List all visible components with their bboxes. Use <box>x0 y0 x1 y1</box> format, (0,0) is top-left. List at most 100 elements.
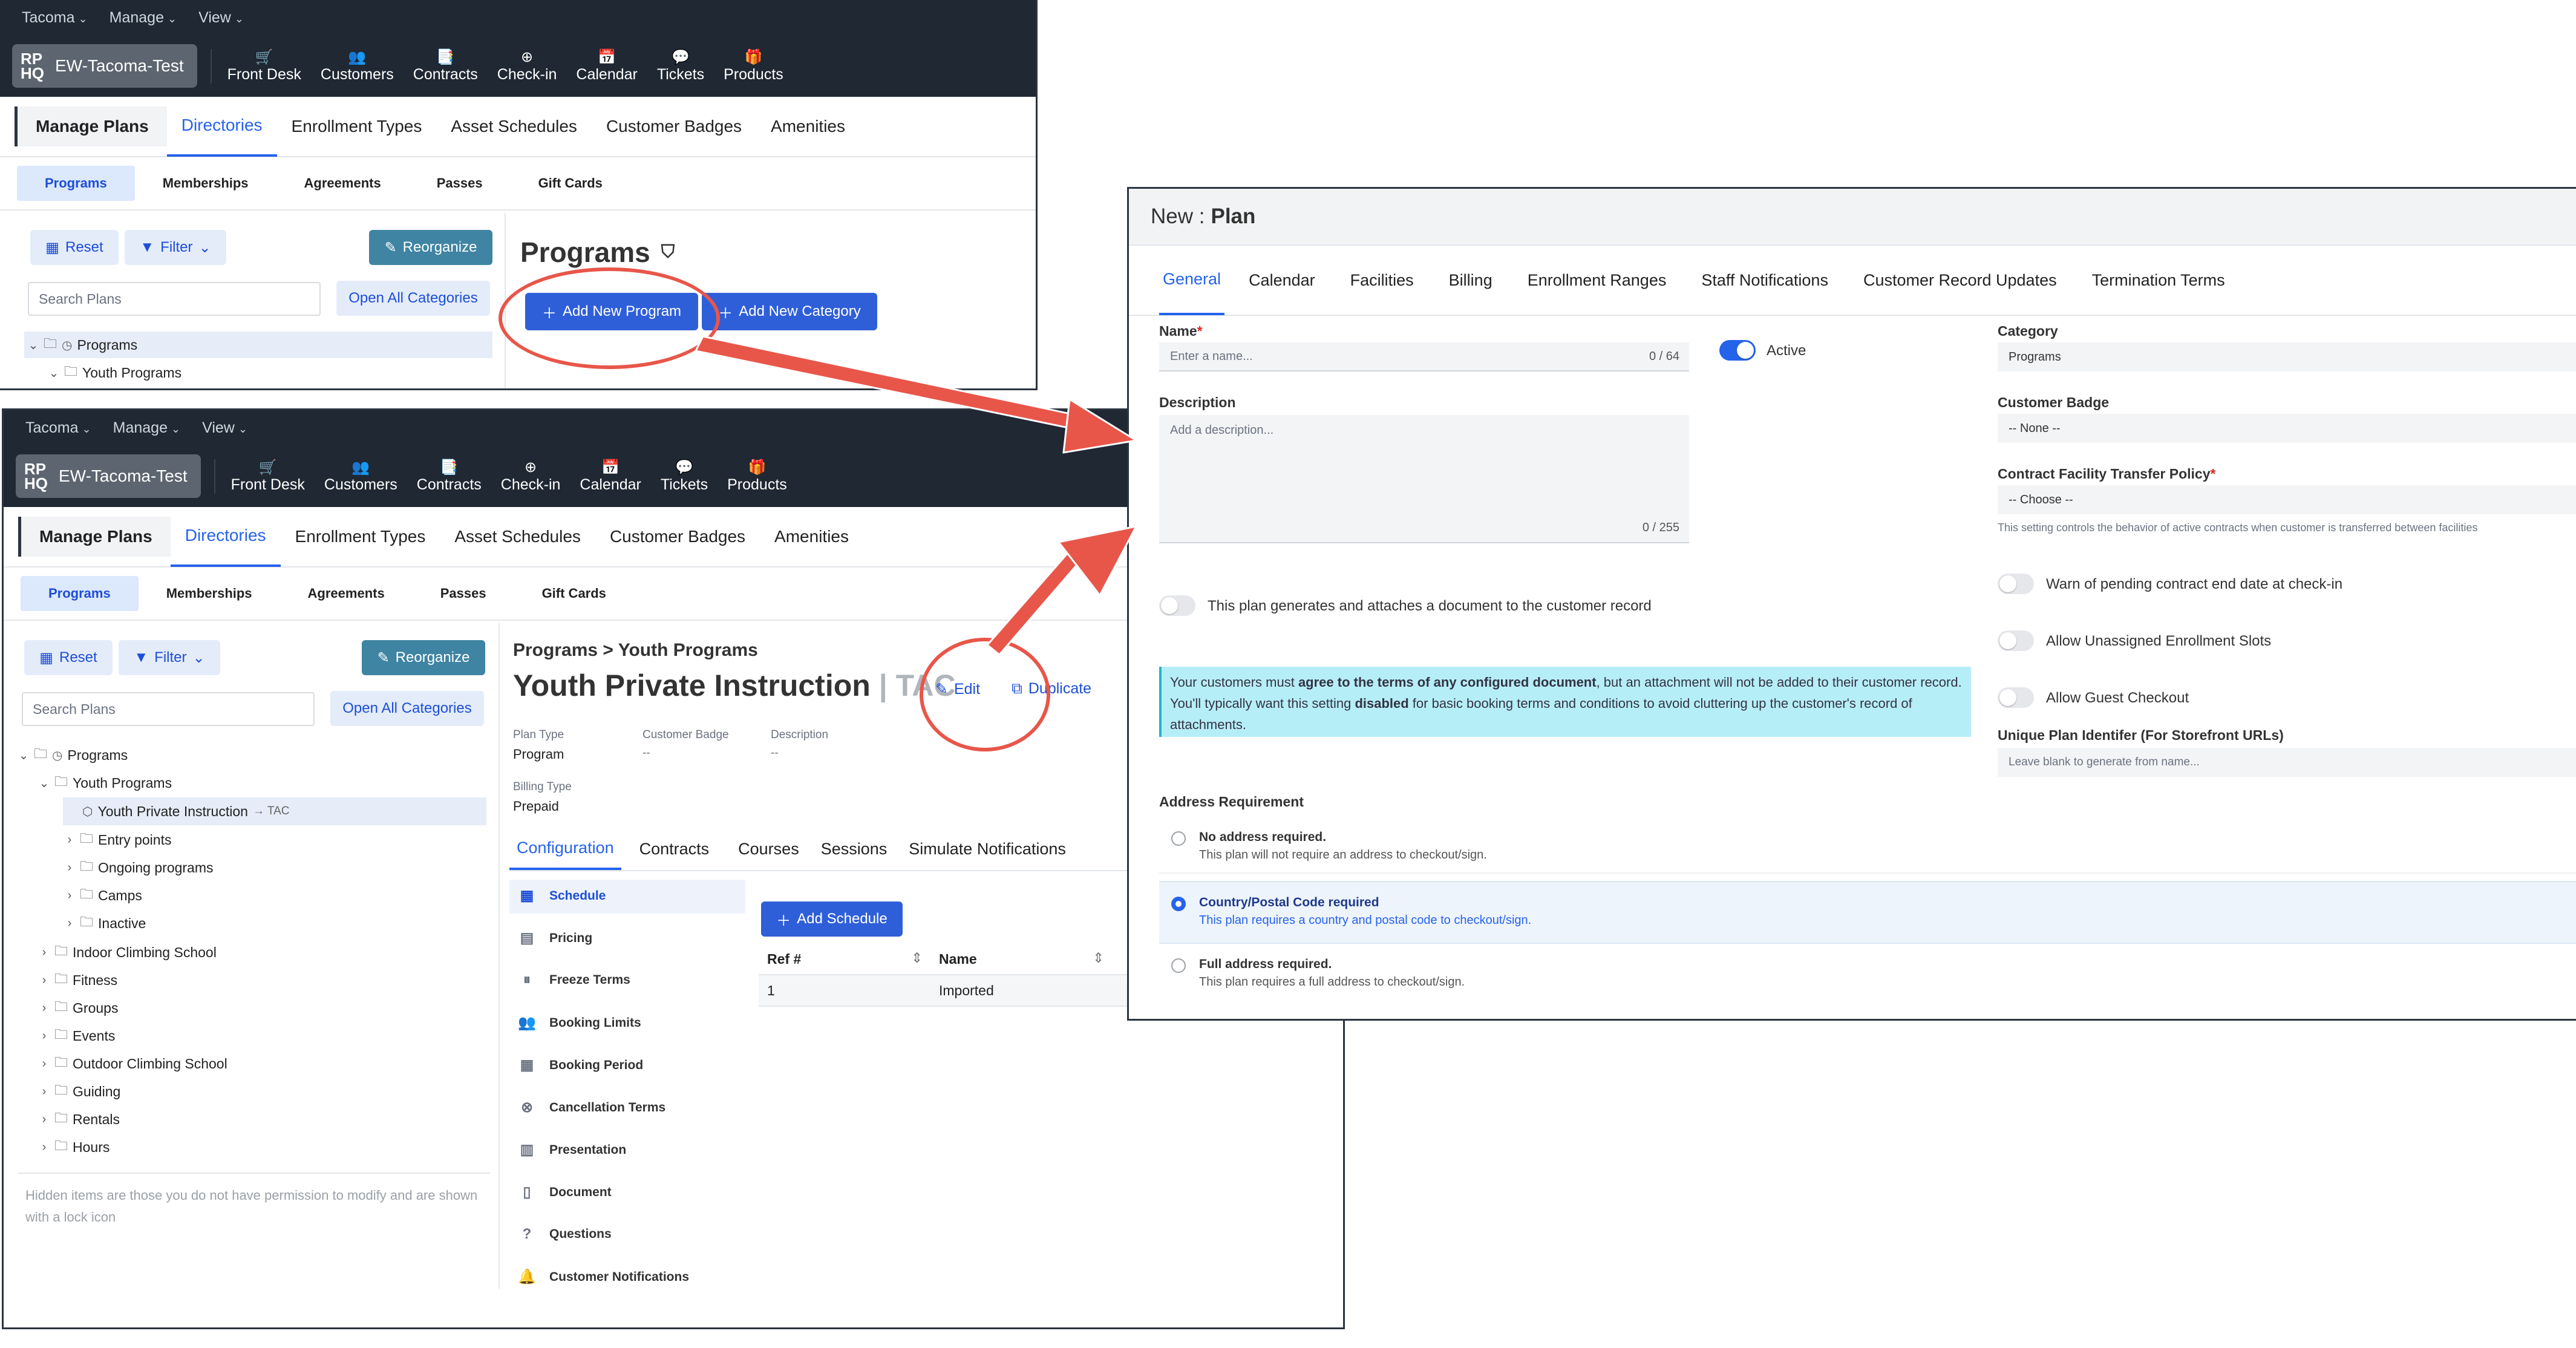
side-schedule[interactable]: ▦ Schedule <box>518 887 606 905</box>
nav-contracts[interactable]: 📑 Contracts <box>404 49 488 83</box>
filter-button[interactable]: ▼ Filter ⌄ <box>125 230 226 265</box>
document-toggle[interactable] <box>1159 595 1195 616</box>
address-option-none[interactable]: No address required. This plan will not … <box>1159 818 2576 874</box>
tree-row-events[interactable]: › 🗀 Events <box>39 1022 116 1049</box>
tab-billing[interactable]: Billing <box>1449 271 1492 290</box>
subtab-programs[interactable]: Programs <box>17 166 135 201</box>
col-name[interactable]: Name <box>939 951 977 967</box>
menu-tacoma[interactable]: Tacoma ⌄ <box>22 9 88 27</box>
search-plans-input[interactable]: Search Plans <box>28 282 321 316</box>
tree-row-groups[interactable]: › 🗀 Groups <box>39 995 119 1021</box>
side-presentation[interactable]: ▥ Presentation <box>518 1141 627 1159</box>
category-select[interactable]: Programs <box>1998 342 2576 371</box>
tree-row-fitness[interactable]: › 🗀 Fitness <box>39 967 118 993</box>
nav-check-in[interactable]: ⊕ Check-in <box>488 49 567 83</box>
reset-button[interactable]: ▦ Reset <box>30 230 119 265</box>
tree-row-youth-programs[interactable]: ⌄ 🗀 Youth Programs <box>48 361 181 385</box>
nav-calendar[interactable]: 📅 Calendar <box>570 459 650 494</box>
side-freeze-terms[interactable]: ⏸ Freeze Terms <box>518 972 630 989</box>
open-all-categories-button[interactable]: Open All Categories <box>336 281 490 316</box>
warn-toggle[interactable] <box>1998 574 2034 594</box>
tab-enrollment-ranges[interactable]: Enrollment Ranges <box>1528 271 1667 290</box>
unique-id-input[interactable]: Leave blank to generate from name... <box>1998 748 2576 777</box>
tree-row-programs[interactable]: ⌄ 🗀 ◷ Programs <box>24 332 492 358</box>
tree-row-hours[interactable]: › 🗀 Hours <box>39 1134 110 1160</box>
reorganize-button[interactable]: ✎ Reorganize <box>362 640 485 675</box>
radio-no-address[interactable] <box>1171 831 1186 846</box>
tab-customer-badges[interactable]: Customer Badges <box>592 96 756 157</box>
nav-front-desk[interactable]: 🛒 Front Desk <box>221 459 315 494</box>
tab-facilities[interactable]: Facilities <box>1350 271 1414 290</box>
nav-front-desk[interactable]: 🛒 Front Desk <box>218 49 311 83</box>
tree-row-youth-programs[interactable]: ⌄ 🗀 Youth Programs <box>39 770 172 796</box>
subtab-agreements[interactable]: Agreements <box>276 166 409 201</box>
subtab-memberships[interactable]: Memberships <box>139 576 280 611</box>
tab-configuration[interactable]: Configuration <box>509 828 621 870</box>
tree-row-outdoor-climbing-school[interactable]: › 🗀 Outdoor Climbing School <box>39 1050 227 1077</box>
tab-contracts[interactable]: Contracts <box>621 828 728 870</box>
active-toggle[interactable] <box>1719 340 1756 361</box>
tab-directories[interactable]: Directories <box>166 96 277 157</box>
col-ref[interactable]: Ref # <box>767 951 801 967</box>
tree-row-ongoing-programs[interactable]: › 🗀 Ongoing programs <box>64 854 214 881</box>
nav-calendar[interactable]: 📅 Calendar <box>566 49 647 83</box>
guest-checkout-toggle[interactable] <box>1998 687 2034 708</box>
nav-check-in[interactable]: ⊕ Check-in <box>491 459 570 494</box>
radio-full-address[interactable] <box>1171 958 1186 973</box>
address-option-postal[interactable]: Country/Postal Code required This plan r… <box>1159 881 2576 944</box>
tab-asset-schedules[interactable]: Asset Schedules <box>440 506 595 567</box>
facility-selector[interactable]: RP HQ EW-Tacoma-Test <box>16 454 201 498</box>
description-input[interactable]: Add a description... 0 / 255 <box>1159 415 1689 543</box>
tab-general[interactable]: General <box>1159 245 1225 315</box>
open-all-categories-button[interactable]: Open All Categories <box>330 691 484 726</box>
nav-products[interactable]: 🎁 Products <box>714 49 793 83</box>
subtab-agreements[interactable]: Agreements <box>280 576 413 611</box>
tree-row-inactive[interactable]: › 🗀 Inactive <box>64 910 146 937</box>
side-questions[interactable]: ? Questions <box>518 1226 612 1243</box>
tab-enrollment-types[interactable]: Enrollment Types <box>281 506 440 567</box>
tree-row-guiding[interactable]: › 🗀 Guiding <box>39 1078 121 1105</box>
tree-row-youth-private-instruction[interactable]: ⬡ Youth Private Instruction → TAC <box>63 797 486 825</box>
transfer-policy-select[interactable]: -- Choose -- <box>1998 485 2576 514</box>
menu-manage[interactable]: Manage ⌄ <box>113 419 180 437</box>
customer-badge-select[interactable]: -- None -- <box>1998 414 2576 443</box>
nav-tickets[interactable]: 💬 Tickets <box>651 459 718 494</box>
side-customer-notifications[interactable]: 🔔 Customer Notifications <box>518 1268 689 1286</box>
nav-products[interactable]: 🎁 Products <box>718 459 797 494</box>
side-booking-limits[interactable]: 👥 Booking Limits <box>518 1014 641 1032</box>
menu-tacoma[interactable]: Tacoma ⌄ <box>25 419 91 437</box>
nav-customers[interactable]: 👥 Customers <box>315 459 407 494</box>
radio-postal-code[interactable] <box>1171 897 1186 911</box>
tab-directories[interactable]: Directories <box>170 506 281 567</box>
name-input[interactable]: Enter a name... 0 / 64 <box>1159 342 1689 371</box>
tab-customer-record-updates[interactable]: Customer Record Updates <box>1863 271 2057 290</box>
unassigned-toggle[interactable] <box>1998 630 2034 651</box>
tab-enrollment-types[interactable]: Enrollment Types <box>277 96 437 157</box>
tree-row-entry-points[interactable]: › 🗀 Entry points <box>64 826 172 853</box>
subtab-gift-cards[interactable]: Gift Cards <box>511 166 630 201</box>
subtab-memberships[interactable]: Memberships <box>135 166 276 201</box>
nav-customers[interactable]: 👥 Customers <box>311 49 404 83</box>
reorganize-button[interactable]: ✎ Reorganize <box>369 230 492 265</box>
subtab-passes[interactable]: Passes <box>413 576 514 611</box>
tree-row-indoor-climbing-school[interactable]: › 🗀 Indoor Climbing School <box>39 939 217 966</box>
tab-customer-badges[interactable]: Customer Badges <box>595 506 760 567</box>
tree-row-programs[interactable]: ⌄ 🗀 ◷ Programs <box>18 742 128 768</box>
add-new-category-button[interactable]: ＋ Add New Category <box>702 293 877 330</box>
subtab-programs[interactable]: Programs <box>21 576 139 611</box>
tab-termination-terms[interactable]: Termination Terms <box>2092 271 2225 290</box>
tab-amenities[interactable]: Amenities <box>760 506 863 567</box>
menu-view[interactable]: View ⌄ <box>198 9 244 27</box>
menu-view[interactable]: View ⌄ <box>202 419 247 437</box>
tab-staff-notifications[interactable]: Staff Notifications <box>1701 271 1828 290</box>
filter-button[interactable]: ▼ Filter ⌄ <box>119 640 220 675</box>
tree-row-camps[interactable]: › 🗀 Camps <box>64 882 142 909</box>
search-plans-input[interactable]: Search Plans <box>22 692 315 726</box>
nav-tickets[interactable]: 💬 Tickets <box>647 49 714 83</box>
menu-manage[interactable]: Manage ⌄ <box>110 9 177 27</box>
subtab-passes[interactable]: Passes <box>409 166 511 201</box>
address-option-full[interactable]: Full address required. This plan require… <box>1159 945 2576 1000</box>
reset-button[interactable]: ▦ Reset <box>24 640 113 675</box>
nav-contracts[interactable]: 📑 Contracts <box>407 459 491 494</box>
subtab-gift-cards[interactable]: Gift Cards <box>514 576 634 611</box>
